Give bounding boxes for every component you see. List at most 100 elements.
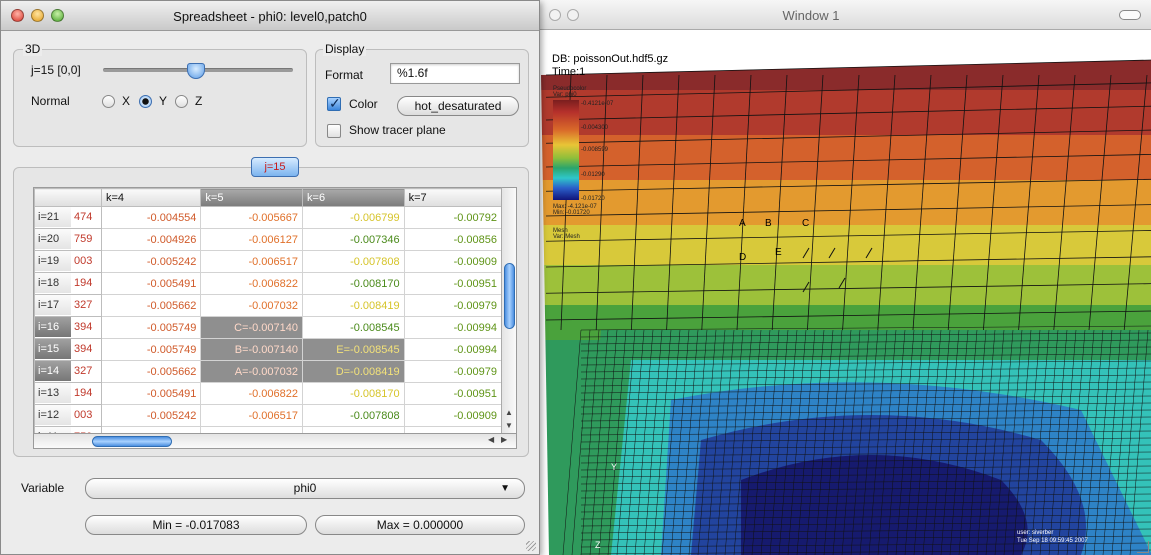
format-input[interactable]: %1.6f <box>390 63 520 84</box>
table-cell[interactable]: -0.00979 <box>403 360 503 383</box>
table-row[interactable]: i=14 327 -0.005662 A=-0.007032 D=-0.008419 -0… <box>34 360 503 383</box>
table-cell[interactable]: -0.004926 <box>100 228 202 251</box>
row-header[interactable]: i=15 <box>35 339 71 359</box>
table-cell[interactable]: -0.00994 <box>403 316 503 339</box>
table-cell[interactable]: -0.005662 <box>100 294 202 317</box>
column-header[interactable]: k=4 <box>100 188 202 207</box>
table-cell[interactable]: -0.005749 <box>100 338 202 361</box>
table-cell[interactable]: -0.005491 <box>100 382 202 405</box>
table-cell[interactable]: -0.00909 <box>403 404 503 427</box>
table-cell[interactable]: -0.006822 <box>200 272 304 295</box>
table-cell[interactable]: -0.005491 <box>100 272 202 295</box>
table-cell[interactable]: D=-0.008419 <box>302 360 405 383</box>
table-cell[interactable]: 327 <box>71 295 101 316</box>
table-cell[interactable]: -0.008170 <box>302 382 405 405</box>
table-cell[interactable]: -0.006517 <box>200 404 304 427</box>
table-cell[interactable]: -0.008170 <box>302 272 405 295</box>
spreadsheet-table[interactable]: k=4 k=5 k=6 k=7 i=21 474 -0.004554 -0.00566… <box>33 187 517 434</box>
plot-canvas[interactable] <box>541 30 1151 555</box>
color-checkbox[interactable] <box>327 95 341 112</box>
table-row[interactable]: i=17 327 -0.005662 -0.007032 -0.008419 -0.009… <box>34 294 503 317</box>
table-cell[interactable]: -0.00994 <box>403 338 503 361</box>
table-cell[interactable]: 003 <box>71 251 101 272</box>
table-cell[interactable]: -0.005242 <box>100 404 202 427</box>
max-button[interactable]: Max = 0.000000 <box>315 515 525 535</box>
table-row[interactable]: i=19 003 -0.005242 -0.006517 -0.007808 -0.009… <box>34 250 503 273</box>
table-cell[interactable]: 474 <box>71 207 101 228</box>
table-row[interactable]: i=13 194 -0.005491 -0.006822 -0.008170 -0.009… <box>34 382 503 405</box>
table-cell[interactable]: -0.007032 <box>200 294 304 317</box>
table-cell[interactable]: C=-0.007140 <box>200 316 304 339</box>
table-cell[interactable]: -0.005667 <box>200 206 304 229</box>
table-cell[interactable]: -0.008545 <box>302 316 405 339</box>
table-cell[interactable]: 759 <box>71 229 101 250</box>
table-row[interactable]: i=20 759 -0.004926 -0.006127 -0.007346 -0.008… <box>34 228 503 251</box>
tab-slice[interactable]: j=15 <box>251 157 299 177</box>
table-cell[interactable]: 327 <box>71 361 101 382</box>
row-header[interactable]: i=12 <box>35 405 71 425</box>
table-cell[interactable]: -0.007346 <box>302 228 405 251</box>
table-cell[interactable]: -0.006127 <box>200 228 304 251</box>
table-cell[interactable]: -0.005662 <box>100 360 202 383</box>
table-cell[interactable]: -0.00856 <box>403 228 503 251</box>
column-header[interactable]: k=7 <box>403 188 503 207</box>
normal-y-radio[interactable] <box>139 95 152 108</box>
toolbar-toggle-icon[interactable] <box>1119 10 1141 20</box>
table-cell[interactable]: -0.007808 <box>302 404 405 427</box>
row-header[interactable]: i=14 <box>35 361 71 381</box>
variable-select[interactable]: phi0 ▼ <box>85 478 525 499</box>
table-cell[interactable]: 003 <box>71 405 101 426</box>
table-row[interactable]: i=21 474 -0.004554 -0.005667 -0.006799 -0.007… <box>34 206 503 229</box>
table-row[interactable]: i=12 003 -0.005242 -0.006517 -0.007808 -0.009… <box>34 404 503 427</box>
row-header[interactable]: i=20 <box>35 229 71 249</box>
table-cell[interactable]: -0.006822 <box>200 382 304 405</box>
table-cell[interactable]: -0.00792 <box>403 206 503 229</box>
table-cell[interactable]: -0.005749 <box>100 316 202 339</box>
table-cell[interactable]: -0.005242 <box>100 250 202 273</box>
row-header[interactable]: i=18 <box>35 273 71 293</box>
table-cell[interactable]: -0.00979 <box>403 294 503 317</box>
normal-z-radio[interactable] <box>175 95 188 108</box>
vertical-scroll-thumb[interactable] <box>504 263 515 329</box>
scroll-right-icon[interactable]: ▶ <box>501 435 507 444</box>
resize-grip-icon[interactable] <box>526 541 536 551</box>
table-cell[interactable]: -0.007808 <box>302 250 405 273</box>
row-header[interactable]: i=21 <box>35 207 71 227</box>
table-cell[interactable]: -0.00909 <box>403 250 503 273</box>
normal-x-radio[interactable] <box>102 95 115 108</box>
table-cell[interactable]: -0.00951 <box>403 272 503 295</box>
table-cell[interactable]: B=-0.007140 <box>200 338 304 361</box>
column-header[interactable]: k=6 <box>302 188 405 207</box>
row-header[interactable]: i=13 <box>35 383 71 403</box>
table-cell[interactable]: -0.006517 <box>200 250 304 273</box>
table-horizontal-scrollbar[interactable]: ◀ ▶ <box>33 433 517 449</box>
spreadsheet-titlebar[interactable]: Spreadsheet - phi0: level0,patch0 <box>1 1 539 31</box>
row-header[interactable]: i=17 <box>35 295 71 315</box>
color-table-button[interactable]: hot_desaturated <box>397 96 519 116</box>
table-cell[interactable]: -0.008419 <box>302 294 405 317</box>
scroll-left-icon[interactable]: ◀ <box>488 435 494 444</box>
min-button[interactable]: Min = -0.017083 <box>85 515 307 535</box>
table-cell[interactable]: A=-0.007032 <box>200 360 304 383</box>
horizontal-scroll-thumb[interactable] <box>92 436 172 447</box>
table-cell[interactable]: -0.004554 <box>100 206 202 229</box>
show-tracer-checkbox[interactable] <box>327 124 341 138</box>
viewer-titlebar[interactable]: Window 1 <box>471 0 1151 30</box>
resize-grip-icon[interactable] <box>1137 541 1149 553</box>
table-cell[interactable]: -0.006799 <box>302 206 405 229</box>
table-cell[interactable]: E=-0.008545 <box>302 338 405 361</box>
scroll-down-icon[interactable]: ▼ <box>505 421 513 430</box>
table-vertical-scrollbar[interactable]: ▲ ▼ <box>501 187 517 434</box>
column-header[interactable]: k=5 <box>200 188 304 207</box>
table-row[interactable]: i=16 394 -0.005749 C=-0.007140 -0.008545 -0.0… <box>34 316 503 339</box>
table-cell[interactable]: 394 <box>71 317 101 338</box>
row-header[interactable]: i=19 <box>35 251 71 271</box>
table-row[interactable]: i=15 394 -0.005749 B=-0.007140 E=-0.008545 -0… <box>34 338 503 361</box>
table-cell[interactable]: 194 <box>71 383 101 404</box>
row-header[interactable]: i=16 <box>35 317 71 337</box>
table-row[interactable]: i=18 194 -0.005491 -0.006822 -0.008170 -0.009… <box>34 272 503 295</box>
table-cell[interactable]: -0.00951 <box>403 382 503 405</box>
table-cell[interactable]: 194 <box>71 273 101 294</box>
scroll-up-icon[interactable]: ▲ <box>505 408 513 417</box>
table-cell[interactable]: 394 <box>71 339 101 360</box>
